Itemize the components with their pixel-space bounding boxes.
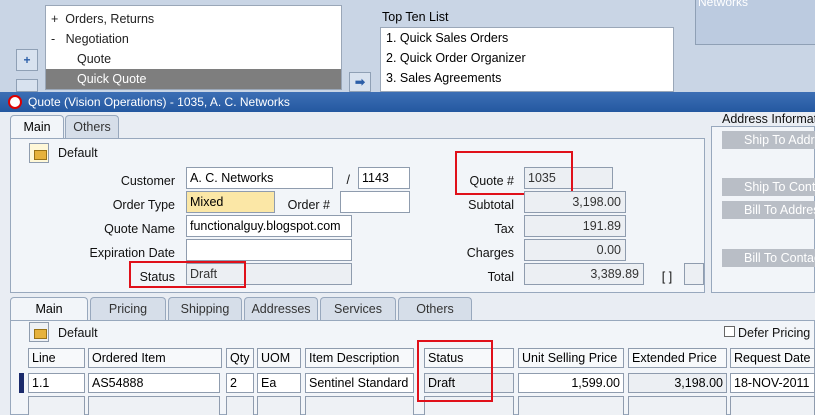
tab-header-others[interactable]: Others: [65, 115, 119, 139]
quote-name-label: Quote Name: [104, 222, 175, 236]
oracle-logo-icon: [8, 95, 22, 109]
quote-window-titlebar[interactable]: Quote (Vision Operations) - 1035, A. C. …: [0, 92, 815, 112]
column-header-unit-selling-price: Unit Selling Price: [518, 348, 624, 368]
plus-icon: +: [23, 53, 31, 67]
defer-pricing-label: Defer Pricing: [738, 326, 811, 340]
folder-name: Default: [58, 146, 98, 160]
navigator-item-negotiation[interactable]: - Negotiation: [46, 29, 341, 49]
navigator-item-label: Quote: [77, 52, 112, 66]
total-field: 3,389.89: [524, 263, 644, 285]
column-header-uom: UOM: [257, 348, 301, 368]
top-ten-item[interactable]: 2. Quick Order Organizer: [386, 51, 526, 65]
customer-field[interactable]: A. C. Networks: [186, 167, 333, 189]
top-ten-list[interactable]: 1. Quick Sales Orders 2. Quick Order Org…: [380, 27, 674, 92]
tax-field: 191.89: [524, 215, 626, 237]
table-cell-empty: [628, 396, 727, 415]
charges-field: 0.00: [524, 239, 626, 261]
expiration-date-field[interactable]: [186, 239, 352, 261]
charges-label: Charges: [466, 246, 514, 260]
table-cell-empty[interactable]: [730, 396, 815, 415]
total-details-indicator[interactable]: [ ]: [657, 270, 677, 284]
defer-pricing-checkbox[interactable]: [724, 326, 735, 337]
ship-to-address-button[interactable]: Ship To Address: [722, 131, 815, 149]
table-cell-qty[interactable]: 2: [226, 373, 254, 393]
order-type-label: Order Type: [112, 198, 175, 212]
lines-folder-name: Default: [58, 326, 98, 340]
table-cell-extended-price: 3,198.00: [628, 373, 727, 393]
collapse-icon: -: [51, 32, 56, 46]
tab-lines-addresses[interactable]: Addresses: [244, 297, 318, 321]
add-to-top-ten-arrow-button[interactable]: ➡: [349, 72, 371, 92]
table-cell-empty[interactable]: [226, 396, 254, 415]
table-cell-empty[interactable]: [305, 396, 414, 415]
tab-lines-main[interactable]: Main: [10, 297, 88, 321]
table-cell-uom[interactable]: Ea: [257, 373, 301, 393]
navigator-item-label: Orders, Returns: [65, 12, 155, 26]
table-cell-empty[interactable]: [28, 396, 85, 415]
navigator-item-quote[interactable]: Quote: [46, 49, 341, 69]
navigator-function-list[interactable]: + Orders, Returns - Negotiation Quote Qu…: [45, 5, 342, 90]
top-ten-item[interactable]: 3. Sales Agreements: [386, 71, 501, 85]
ship-to-contact-button[interactable]: Ship To Contact: [722, 178, 815, 196]
tab-lines-shipping[interactable]: Shipping: [168, 297, 242, 321]
table-cell-empty[interactable]: [257, 396, 301, 415]
subtotal-field: 3,198.00: [524, 191, 626, 213]
row-selection-indicator[interactable]: [19, 373, 24, 393]
folder-icon[interactable]: [29, 322, 49, 342]
customer-number-field[interactable]: 1143: [358, 167, 410, 189]
navigator-item-quick-quote[interactable]: Quick Quote: [46, 69, 341, 89]
total-label: Total: [487, 270, 514, 284]
line-status-highlight-box: [417, 340, 493, 402]
status-highlight-box: [129, 261, 246, 288]
address-information-title: Address Information: [722, 112, 815, 126]
order-number-label: Order #: [287, 198, 330, 212]
table-cell-ordered-item[interactable]: AS54888: [88, 373, 220, 393]
folder-icon[interactable]: [29, 143, 49, 163]
background-window-text: Networks: [698, 0, 749, 9]
top-ten-item[interactable]: 1. Quick Sales Orders: [386, 31, 508, 45]
table-cell-request-date[interactable]: 18-NOV-2011: [730, 373, 815, 393]
quote-number-highlight-box: [455, 151, 573, 195]
background-window-panel: Networks: [695, 0, 815, 45]
bill-to-address-button[interactable]: Bill To Address: [722, 201, 815, 219]
tab-lines-others[interactable]: Others: [398, 297, 472, 321]
descriptive-flexfield[interactable]: [684, 263, 704, 285]
navigator-item-label: Negotiation: [65, 32, 129, 46]
table-cell-line[interactable]: 1.1: [28, 373, 85, 393]
expand-icon: +: [51, 12, 59, 26]
order-number-field[interactable]: [340, 191, 410, 213]
quote-name-field[interactable]: functionalguy.blogspot.com: [186, 215, 352, 237]
table-cell-empty[interactable]: [88, 396, 220, 415]
column-header-qty: Qty: [226, 348, 254, 368]
subtotal-label: Subtotal: [468, 198, 514, 212]
column-header-ordered-item: Ordered Item: [88, 348, 222, 368]
column-header-line: Line: [28, 348, 85, 368]
column-header-item-description: Item Description: [305, 348, 414, 368]
customer-separator: /: [346, 173, 350, 187]
bill-to-contact-button[interactable]: Bill To Contact: [722, 249, 815, 267]
customer-label: Customer: [120, 174, 175, 188]
top-ten-title: Top Ten List: [382, 10, 449, 24]
column-header-extended-price: Extended Price: [628, 348, 727, 368]
tab-lines-services[interactable]: Services: [320, 297, 396, 321]
order-type-field[interactable]: Mixed: [186, 191, 275, 213]
expiration-date-label: Expiration Date: [89, 246, 175, 260]
tab-header-main[interactable]: Main: [10, 115, 64, 139]
table-cell-unit-selling-price[interactable]: 1,599.00: [518, 373, 624, 393]
table-cell-item-description[interactable]: Sentinel Standard: [305, 373, 414, 393]
arrow-right-icon: ➡: [354, 75, 366, 89]
remove-from-top-ten-button[interactable]: [16, 79, 38, 92]
navigator-item-orders-returns[interactable]: + Orders, Returns: [46, 9, 341, 29]
table-cell-empty[interactable]: [518, 396, 624, 415]
add-to-top-ten-button[interactable]: +: [16, 49, 38, 71]
tab-lines-pricing[interactable]: Pricing: [90, 297, 166, 321]
tax-label: Tax: [494, 222, 514, 236]
navigator-item-label: Quick Quote: [77, 72, 147, 86]
column-header-request-date: Request Date: [730, 348, 815, 368]
